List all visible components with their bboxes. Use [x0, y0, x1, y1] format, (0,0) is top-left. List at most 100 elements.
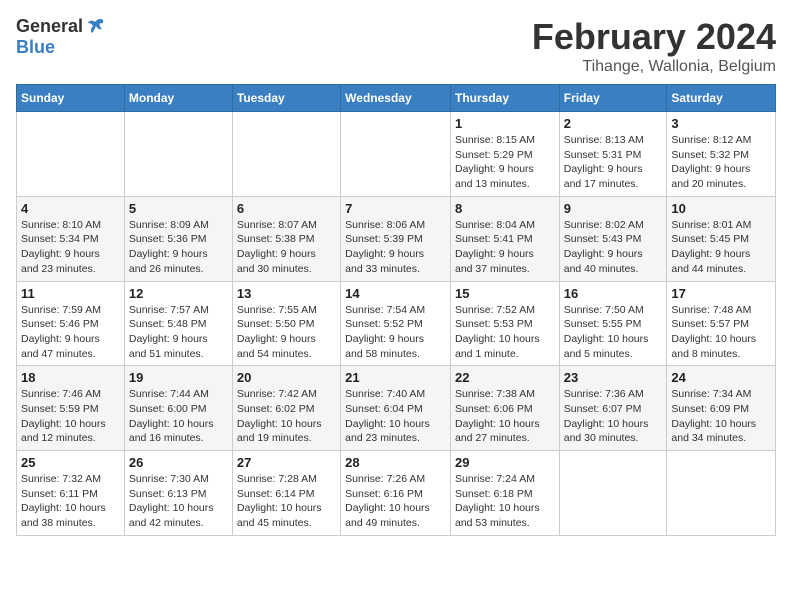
- day-info: Sunrise: 8:01 AM Sunset: 5:45 PM Dayligh…: [671, 218, 771, 277]
- logo: General Blue: [16, 16, 107, 58]
- day-number: 9: [564, 201, 663, 216]
- calendar-week-row: 1 Sunrise: 8:15 AM Sunset: 5:29 PM Daylig…: [17, 112, 776, 197]
- day-info: Sunrise: 8:10 AM Sunset: 5:34 PM Dayligh…: [21, 218, 120, 277]
- calendar-cell: [667, 451, 776, 536]
- day-number: 8: [455, 201, 555, 216]
- calendar-cell: 18Sunrise: 7:46 AM Sunset: 5:59 PM Dayli…: [17, 366, 125, 451]
- day-info: Sunrise: 8:09 AM Sunset: 5:36 PM Dayligh…: [129, 218, 228, 277]
- calendar-cell: [17, 112, 125, 197]
- day-number: 16: [564, 286, 663, 301]
- calendar-cell: 28Sunrise: 7:26 AM Sunset: 6:16 PM Dayli…: [341, 451, 451, 536]
- page-subtitle: Tihange, Wallonia, Belgium: [532, 58, 776, 76]
- day-info: Sunrise: 7:46 AM Sunset: 5:59 PM Dayligh…: [21, 387, 120, 446]
- day-number: 15: [455, 286, 555, 301]
- day-number: 19: [129, 370, 228, 385]
- day-number: 28: [345, 455, 446, 470]
- day-info: Sunrise: 7:30 AM Sunset: 6:13 PM Dayligh…: [129, 472, 228, 531]
- calendar-header-row: SundayMondayTuesdayWednesdayThursdayFrid…: [17, 85, 776, 112]
- day-info: Sunrise: 7:59 AM Sunset: 5:46 PM Dayligh…: [21, 303, 120, 362]
- day-info: Sunrise: 8:06 AM Sunset: 5:39 PM Dayligh…: [345, 218, 446, 277]
- day-info: Sunrise: 8:15 AM Sunset: 5:29 PM Dayligh…: [455, 133, 555, 192]
- calendar-cell: [124, 112, 232, 197]
- day-info: Sunrise: 8:13 AM Sunset: 5:31 PM Dayligh…: [564, 133, 663, 192]
- calendar-cell: 26 Sunrise: 7:30 AM Sunset: 6:13 PM Dayli…: [124, 451, 232, 536]
- calendar-cell: 16Sunrise: 7:50 AM Sunset: 5:55 PM Dayli…: [559, 281, 667, 366]
- day-info: Sunrise: 8:07 AM Sunset: 5:38 PM Dayligh…: [237, 218, 336, 277]
- day-number: 29: [455, 455, 555, 470]
- calendar-week-row: 4 Sunrise: 8:10 AM Sunset: 5:34 PM Daylig…: [17, 196, 776, 281]
- column-header-saturday: Saturday: [667, 85, 776, 112]
- day-info: Sunrise: 7:32 AM Sunset: 6:11 PM Dayligh…: [21, 472, 120, 531]
- day-info: Sunrise: 7:52 AM Sunset: 5:53 PM Dayligh…: [455, 303, 555, 362]
- day-number: 27: [237, 455, 336, 470]
- calendar-cell: 7 Sunrise: 8:06 AM Sunset: 5:39 PM Daylig…: [341, 196, 451, 281]
- calendar-cell: 29 Sunrise: 7:24 AM Sunset: 6:18 PM Dayli…: [450, 451, 559, 536]
- column-header-friday: Friday: [559, 85, 667, 112]
- calendar-cell: 12 Sunrise: 7:57 AM Sunset: 5:48 PM Dayli…: [124, 281, 232, 366]
- day-info: Sunrise: 8:12 AM Sunset: 5:32 PM Dayligh…: [671, 133, 771, 192]
- page-title: February 2024: [532, 16, 776, 58]
- day-info: Sunrise: 7:44 AM Sunset: 6:00 PM Dayligh…: [129, 387, 228, 446]
- day-number: 6: [237, 201, 336, 216]
- day-number: 1: [455, 116, 555, 131]
- day-number: 12: [129, 286, 228, 301]
- calendar-cell: 9Sunrise: 8:02 AM Sunset: 5:43 PM Daylig…: [559, 196, 667, 281]
- bird-icon: [85, 16, 107, 38]
- calendar-cell: 25 Sunrise: 7:32 AM Sunset: 6:11 PM Dayli…: [17, 451, 125, 536]
- calendar-cell: 22 Sunrise: 7:38 AM Sunset: 6:06 PM Dayli…: [450, 366, 559, 451]
- calendar-cell: 1 Sunrise: 8:15 AM Sunset: 5:29 PM Daylig…: [450, 112, 559, 197]
- calendar-cell: 17 Sunrise: 7:48 AM Sunset: 5:57 PM Dayli…: [667, 281, 776, 366]
- day-info: Sunrise: 7:42 AM Sunset: 6:02 PM Dayligh…: [237, 387, 336, 446]
- day-number: 14: [345, 286, 446, 301]
- day-number: 2: [564, 116, 663, 131]
- calendar-week-row: 25 Sunrise: 7:32 AM Sunset: 6:11 PM Dayli…: [17, 451, 776, 536]
- column-header-monday: Monday: [124, 85, 232, 112]
- calendar-cell: 21 Sunrise: 7:40 AM Sunset: 6:04 PM Dayli…: [341, 366, 451, 451]
- day-number: 21: [345, 370, 446, 385]
- day-info: Sunrise: 7:57 AM Sunset: 5:48 PM Dayligh…: [129, 303, 228, 362]
- day-number: 11: [21, 286, 120, 301]
- logo-blue-text: Blue: [16, 38, 107, 58]
- day-info: Sunrise: 7:48 AM Sunset: 5:57 PM Dayligh…: [671, 303, 771, 362]
- calendar-cell: 2 Sunrise: 8:13 AM Sunset: 5:31 PM Daylig…: [559, 112, 667, 197]
- calendar-cell: 19 Sunrise: 7:44 AM Sunset: 6:00 PM Dayli…: [124, 366, 232, 451]
- calendar-cell: 3Sunrise: 8:12 AM Sunset: 5:32 PM Daylig…: [667, 112, 776, 197]
- day-number: 26: [129, 455, 228, 470]
- logo-general-text: General: [16, 17, 83, 37]
- day-info: Sunrise: 7:34 AM Sunset: 6:09 PM Dayligh…: [671, 387, 771, 446]
- calendar-cell: 6 Sunrise: 8:07 AM Sunset: 5:38 PM Daylig…: [232, 196, 340, 281]
- day-number: 24: [671, 370, 771, 385]
- day-number: 23: [564, 370, 663, 385]
- calendar-cell: 10Sunrise: 8:01 AM Sunset: 5:45 PM Dayli…: [667, 196, 776, 281]
- calendar-cell: 27Sunrise: 7:28 AM Sunset: 6:14 PM Dayli…: [232, 451, 340, 536]
- calendar-week-row: 11 Sunrise: 7:59 AM Sunset: 5:46 PM Dayli…: [17, 281, 776, 366]
- calendar-week-row: 18Sunrise: 7:46 AM Sunset: 5:59 PM Dayli…: [17, 366, 776, 451]
- day-info: Sunrise: 7:36 AM Sunset: 6:07 PM Dayligh…: [564, 387, 663, 446]
- calendar-cell: 15 Sunrise: 7:52 AM Sunset: 5:53 PM Dayli…: [450, 281, 559, 366]
- calendar-cell: 24 Sunrise: 7:34 AM Sunset: 6:09 PM Dayli…: [667, 366, 776, 451]
- day-info: Sunrise: 8:04 AM Sunset: 5:41 PM Dayligh…: [455, 218, 555, 277]
- calendar-cell: 4 Sunrise: 8:10 AM Sunset: 5:34 PM Daylig…: [17, 196, 125, 281]
- day-info: Sunrise: 7:55 AM Sunset: 5:50 PM Dayligh…: [237, 303, 336, 362]
- calendar-table: SundayMondayTuesdayWednesdayThursdayFrid…: [16, 84, 776, 536]
- day-number: 22: [455, 370, 555, 385]
- day-info: Sunrise: 7:40 AM Sunset: 6:04 PM Dayligh…: [345, 387, 446, 446]
- day-number: 17: [671, 286, 771, 301]
- day-number: 13: [237, 286, 336, 301]
- calendar-cell: 11 Sunrise: 7:59 AM Sunset: 5:46 PM Dayli…: [17, 281, 125, 366]
- title-section: February 2024 Tihange, Wallonia, Belgium: [532, 16, 776, 76]
- header: General Blue February 2024 Tihange, Wall…: [16, 16, 776, 76]
- calendar-cell: [341, 112, 451, 197]
- day-number: 4: [21, 201, 120, 216]
- day-info: Sunrise: 7:38 AM Sunset: 6:06 PM Dayligh…: [455, 387, 555, 446]
- calendar-cell: 14 Sunrise: 7:54 AM Sunset: 5:52 PM Dayli…: [341, 281, 451, 366]
- calendar-cell: 23 Sunrise: 7:36 AM Sunset: 6:07 PM Dayli…: [559, 366, 667, 451]
- calendar-cell: 13 Sunrise: 7:55 AM Sunset: 5:50 PM Dayli…: [232, 281, 340, 366]
- day-info: Sunrise: 7:24 AM Sunset: 6:18 PM Dayligh…: [455, 472, 555, 531]
- day-info: Sunrise: 7:54 AM Sunset: 5:52 PM Dayligh…: [345, 303, 446, 362]
- day-number: 25: [21, 455, 120, 470]
- calendar-cell: 5Sunrise: 8:09 AM Sunset: 5:36 PM Daylig…: [124, 196, 232, 281]
- column-header-thursday: Thursday: [450, 85, 559, 112]
- day-number: 7: [345, 201, 446, 216]
- column-header-sunday: Sunday: [17, 85, 125, 112]
